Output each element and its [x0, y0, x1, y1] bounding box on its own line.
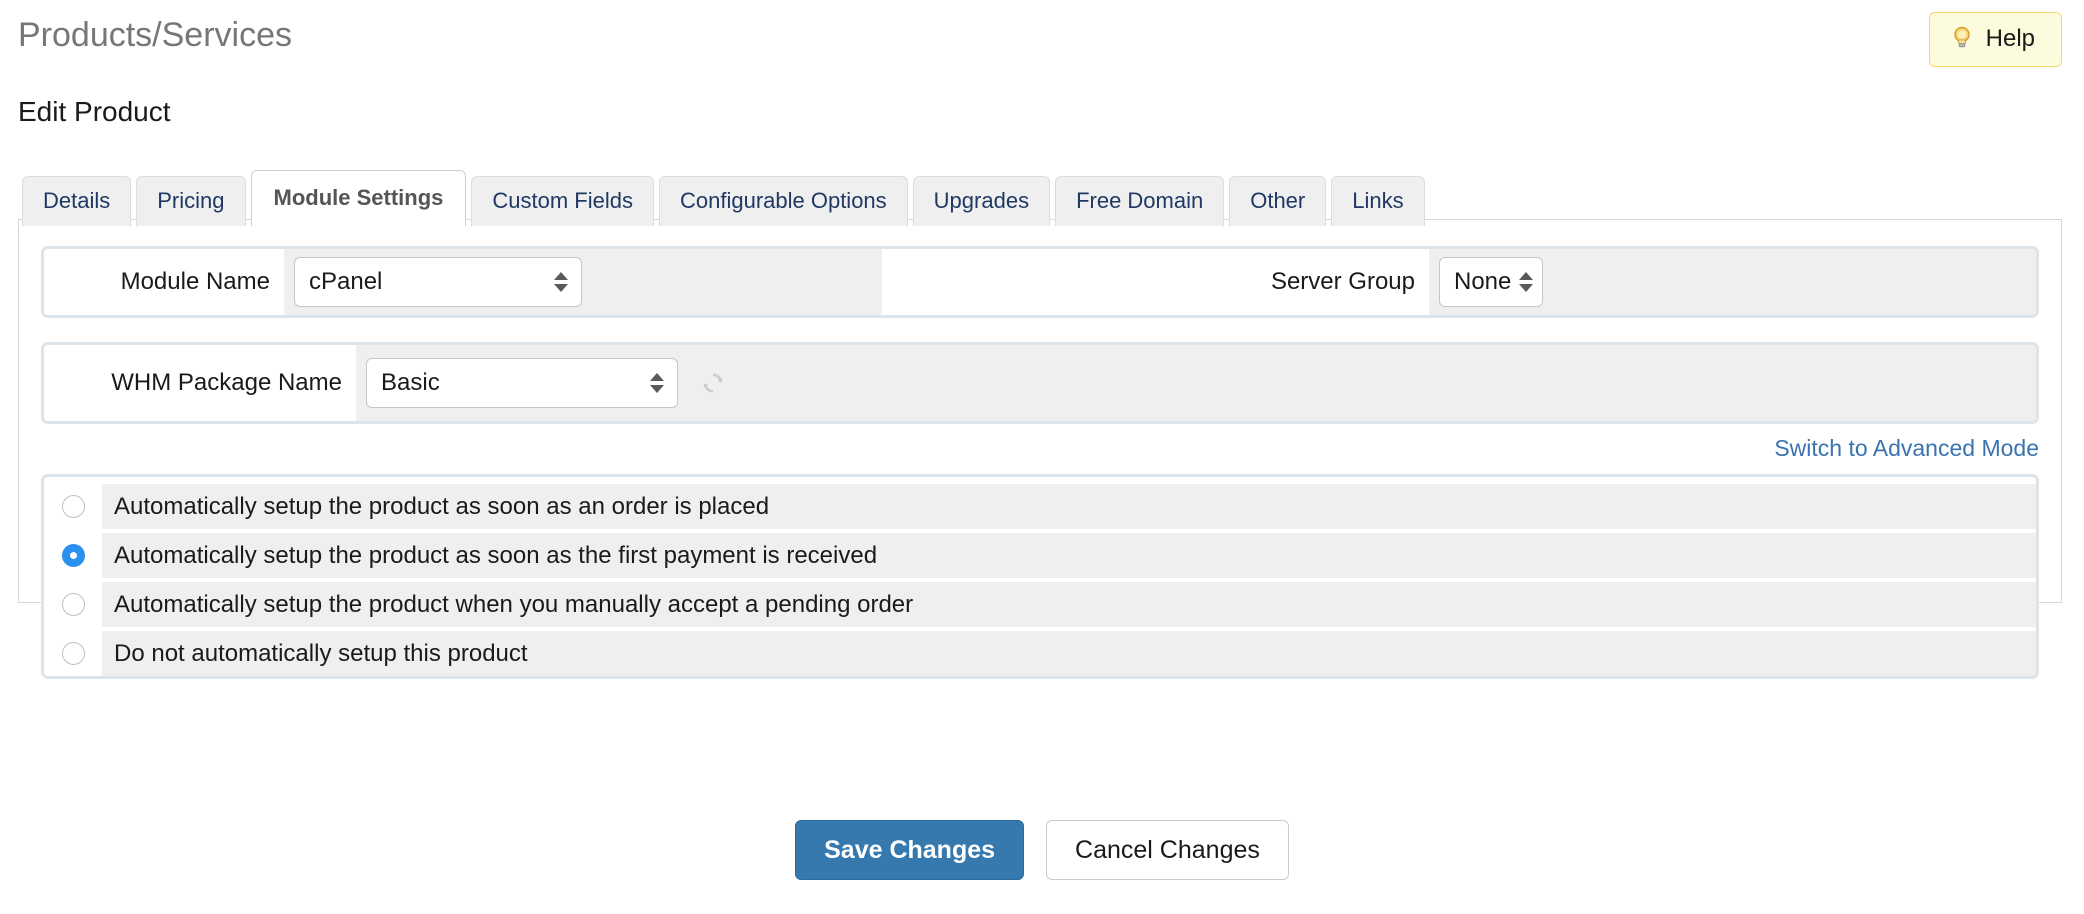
form-actions: Save Changes Cancel Changes — [0, 820, 2084, 880]
tab-links[interactable]: Links — [1331, 176, 1425, 226]
save-changes-button[interactable]: Save Changes — [795, 820, 1025, 880]
page-title: Products/Services — [18, 16, 292, 54]
whm-package-select-wrap: Basic — [366, 358, 678, 408]
switch-to-advanced-mode-link[interactable]: Switch to Advanced Mode — [1774, 434, 2039, 462]
tab-free-domain[interactable]: Free Domain — [1055, 176, 1225, 226]
whm-package-select[interactable]: Basic — [366, 358, 678, 408]
radio-label-order-placed[interactable]: Automatically setup the product as soon … — [102, 484, 2036, 529]
radio-cell — [44, 484, 102, 529]
page-header: Products/Services — [18, 14, 2068, 56]
radio-first-payment[interactable] — [61, 544, 85, 567]
radio-label-no-auto-setup[interactable]: Do not automatically setup this product — [102, 631, 2036, 676]
cancel-changes-button[interactable]: Cancel Changes — [1046, 820, 1289, 880]
module-settings-panel: Module Name cPanel Server Group None WHM… — [18, 219, 2062, 679]
tab-pricing[interactable]: Pricing — [136, 176, 246, 226]
tab-upgrades[interactable]: Upgrades — [912, 176, 1051, 226]
server-group-select-wrap: None — [1439, 257, 1543, 307]
radio-cell — [44, 631, 102, 676]
whm-package-field-cell: Basic — [356, 345, 2036, 421]
radio-manual-accept[interactable] — [61, 593, 85, 616]
tab-details[interactable]: Details — [22, 176, 132, 226]
whm-package-label: WHM Package Name — [44, 345, 356, 421]
module-name-field-cell: cPanel — [284, 249, 882, 315]
radio-label-manual-accept[interactable]: Automatically setup the product when you… — [102, 582, 2036, 627]
setup-option-row[interactable]: Do not automatically setup this product — [44, 631, 2036, 676]
server-group-label: Server Group — [882, 249, 1429, 315]
radio-no-auto-setup[interactable] — [61, 642, 85, 665]
server-group-select[interactable]: None — [1439, 257, 1543, 307]
setup-option-row[interactable]: Automatically setup the product as soon … — [44, 533, 2036, 578]
tab-custom-fields[interactable]: Custom Fields — [471, 176, 654, 226]
server-group-field-cell: None — [1429, 249, 2036, 315]
help-label: Help — [1985, 25, 2035, 52]
setup-option-row[interactable]: Automatically setup the product as soon … — [44, 484, 2036, 529]
page-subtitle: Edit Product — [18, 96, 171, 127]
tab-configurable-options[interactable]: Configurable Options — [658, 176, 908, 226]
module-name-row: Module Name cPanel Server Group None — [41, 246, 2039, 318]
tab-other[interactable]: Other — [1229, 176, 1327, 226]
setup-options-group: Automatically setup the product as soon … — [41, 474, 2039, 679]
refresh-icon[interactable] — [696, 366, 730, 400]
module-name-label: Module Name — [44, 249, 284, 315]
tab-bar: Details Pricing Module Settings Custom F… — [22, 170, 1425, 226]
radio-label-first-payment[interactable]: Automatically setup the product as soon … — [102, 533, 2036, 578]
radio-cell — [44, 582, 102, 627]
radio-cell — [44, 533, 102, 578]
whm-package-row: WHM Package Name Basic — [41, 342, 2039, 424]
tab-module-settings[interactable]: Module Settings — [250, 170, 467, 226]
module-name-select[interactable]: cPanel — [294, 257, 582, 307]
setup-option-row[interactable]: Automatically setup the product when you… — [44, 582, 2036, 627]
radio-order-placed[interactable] — [61, 495, 85, 518]
module-name-select-wrap: cPanel — [294, 257, 582, 307]
lightbulb-icon — [1950, 25, 1974, 53]
help-button[interactable]: Help — [1928, 12, 2062, 67]
